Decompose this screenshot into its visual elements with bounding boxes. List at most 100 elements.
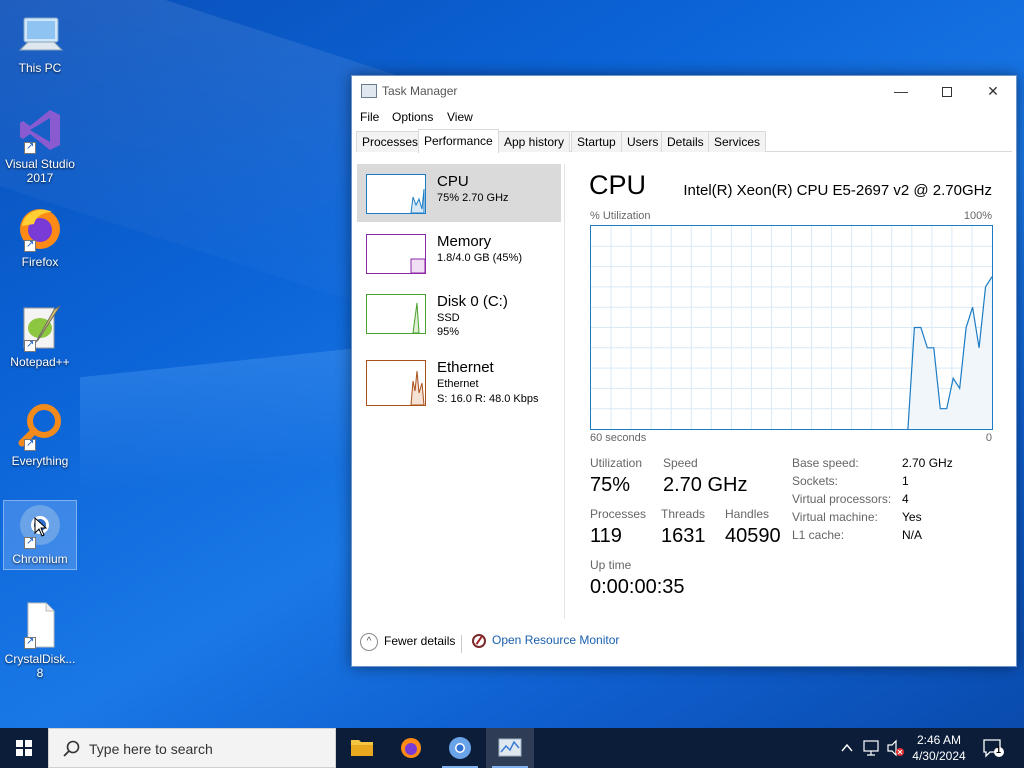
tab-strip: Processes Performance App history Startu… bbox=[356, 129, 1012, 153]
ethernet-thumbnail-graph bbox=[366, 360, 426, 406]
taskbar-search-box[interactable]: Type here to search bbox=[48, 728, 336, 768]
taskbar-clock[interactable]: 2:46 AM 4/30/2024 bbox=[900, 732, 978, 764]
spec-key: Base speed: bbox=[792, 456, 859, 470]
shortcut-arrow-icon bbox=[24, 437, 36, 451]
windows-logo-icon bbox=[16, 740, 32, 756]
resource-name: CPU bbox=[437, 173, 469, 190]
resource-item-ethernet[interactable]: Ethernet Ethernet S: 16.0 R: 48.0 Kbps bbox=[357, 350, 561, 412]
action-center-button[interactable]: 1 bbox=[982, 738, 1006, 758]
resource-name: Disk 0 (C:) bbox=[437, 293, 508, 310]
resource-adapter: Ethernet bbox=[437, 378, 479, 390]
search-icon bbox=[63, 740, 80, 757]
clock-time: 2:46 AM bbox=[916, 733, 962, 747]
disk-thumbnail-graph bbox=[366, 294, 426, 334]
desktop-icon-firefox[interactable]: Firefox bbox=[4, 204, 76, 269]
processes-label: Processes bbox=[590, 507, 647, 521]
maximize-icon bbox=[942, 87, 952, 98]
pane-divider bbox=[564, 164, 565, 619]
maximize-button[interactable] bbox=[924, 76, 970, 106]
task-manager-icon bbox=[498, 738, 522, 757]
tab-details[interactable]: Details bbox=[661, 131, 710, 152]
desktop-icon-chromium[interactable]: Chromium bbox=[3, 500, 77, 570]
visual-studio-icon bbox=[16, 106, 64, 154]
chromium-icon bbox=[16, 501, 64, 549]
handles-label: Handles bbox=[725, 507, 770, 521]
folder-icon bbox=[351, 740, 373, 756]
task-manager-window[interactable]: Task Manager — ✕ File Options View Proce… bbox=[351, 75, 1017, 667]
cpu-utilization-area bbox=[907, 276, 992, 429]
utilization-label: Utilization bbox=[590, 456, 643, 470]
cpu-model: Intel(R) Xeon(R) CPU E5-2697 v2 @ 2.70GH… bbox=[683, 182, 992, 199]
taskbar-task-manager[interactable] bbox=[486, 728, 534, 768]
spec-key: L1 cache: bbox=[792, 528, 845, 542]
menu-file[interactable]: File bbox=[360, 110, 379, 124]
cpu-utilization-graph bbox=[590, 225, 993, 430]
tab-performance[interactable]: Performance bbox=[418, 129, 499, 153]
spec-value: 2.70 GHz bbox=[902, 456, 953, 470]
menu-options[interactable]: Options bbox=[392, 110, 433, 124]
desktop-icon-notepad-plus-plus[interactable]: Notepad++ bbox=[4, 304, 76, 369]
resource-type: SSD bbox=[437, 312, 460, 324]
title-bar[interactable]: Task Manager — ✕ bbox=[352, 76, 1016, 106]
open-resource-monitor-link[interactable]: Open Resource Monitor bbox=[472, 633, 619, 648]
uptime-value: 0:00:00:35 bbox=[590, 576, 685, 598]
close-button[interactable]: ✕ bbox=[970, 76, 1016, 106]
firefox-icon bbox=[16, 204, 64, 252]
taskbar-chromium[interactable] bbox=[436, 728, 484, 768]
tab-users[interactable]: Users bbox=[621, 131, 665, 152]
notification-icon bbox=[983, 739, 1004, 758]
desktop-icon-label: Visual Studio 2017 bbox=[5, 157, 75, 185]
fewer-details-label: Fewer details bbox=[384, 634, 456, 649]
desktop-icon-everything[interactable]: Everything bbox=[4, 403, 76, 468]
resource-item-disk[interactable]: Disk 0 (C:) SSD 95% bbox=[357, 284, 561, 342]
tab-app-history[interactable]: App history bbox=[498, 131, 571, 152]
chevron-up-icon: ^ bbox=[360, 633, 378, 651]
threads-label: Threads bbox=[661, 507, 706, 521]
desktop-icon-label: Firefox bbox=[21, 255, 59, 269]
desktop-icon-visual-studio[interactable]: Visual Studio 2017 bbox=[4, 106, 76, 185]
fewer-details-button[interactable]: ^ Fewer details bbox=[360, 633, 455, 655]
shortcut-arrow-icon bbox=[24, 635, 36, 649]
chevron-up-icon bbox=[841, 743, 853, 752]
spec-key: Sockets: bbox=[792, 474, 839, 488]
network-tray-button[interactable] bbox=[860, 728, 882, 768]
desktop-icon-label: Notepad++ bbox=[10, 355, 70, 369]
resource-item-cpu[interactable]: CPU 75% 2.70 GHz bbox=[357, 164, 561, 222]
shortcut-arrow-icon bbox=[24, 535, 36, 549]
firefox-icon bbox=[401, 738, 421, 758]
network-icon bbox=[863, 740, 879, 756]
footer-divider bbox=[461, 635, 462, 653]
desktop-icon-label: Everything bbox=[11, 454, 69, 468]
threads-value: 1631 bbox=[661, 525, 706, 547]
shortcut-arrow-icon bbox=[24, 238, 36, 252]
minimize-button[interactable]: — bbox=[878, 76, 924, 106]
desktop-icon-crystaldisk[interactable]: CrystalDisk... 8 bbox=[4, 601, 76, 680]
notepad-plus-plus-icon bbox=[16, 304, 64, 352]
resource-value: 75% 2.70 GHz bbox=[437, 192, 509, 204]
graph-time-label: 60 seconds bbox=[590, 432, 647, 444]
taskbar-firefox[interactable] bbox=[387, 728, 435, 768]
window-title: Task Manager bbox=[382, 84, 458, 98]
spec-value: 4 bbox=[902, 492, 909, 506]
start-button[interactable] bbox=[0, 728, 48, 768]
desktop-icon-this-pc[interactable]: This PC bbox=[4, 10, 76, 75]
search-placeholder: Type here to search bbox=[89, 741, 213, 757]
tab-processes[interactable]: Processes bbox=[356, 131, 425, 152]
notification-count: 1 bbox=[996, 745, 1002, 755]
desktop-icon-label: CrystalDisk... 8 bbox=[4, 652, 76, 680]
menu-view[interactable]: View bbox=[447, 110, 473, 124]
shortcut-arrow-icon bbox=[24, 338, 36, 352]
open-resource-monitor-label: Open Resource Monitor bbox=[492, 633, 620, 647]
tab-startup[interactable]: Startup bbox=[571, 131, 622, 152]
resource-value: S: 16.0 R: 48.0 Kbps bbox=[437, 393, 539, 405]
graph-min-label: 0 bbox=[985, 432, 992, 444]
resource-item-memory[interactable]: Memory 1.8/4.0 GB (45%) bbox=[357, 224, 561, 282]
uptime-label: Up time bbox=[590, 558, 632, 572]
resource-value: 95% bbox=[437, 326, 460, 338]
show-hidden-icons-button[interactable] bbox=[838, 728, 856, 768]
graph-max-label: 100% bbox=[963, 210, 992, 222]
detail-title: CPU bbox=[589, 170, 647, 200]
tab-services[interactable]: Services bbox=[708, 131, 767, 152]
chromium-icon bbox=[449, 737, 471, 759]
taskbar-file-explorer[interactable] bbox=[338, 728, 386, 768]
